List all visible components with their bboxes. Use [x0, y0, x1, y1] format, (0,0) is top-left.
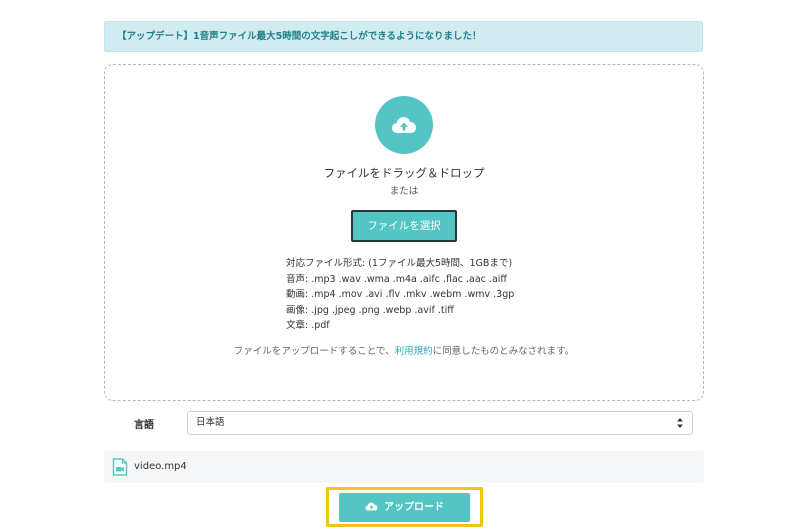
- upload-page: 【アップデート】1音声ファイル最大5時間の文字起こしができるようになりました！ …: [0, 0, 800, 531]
- file-dropzone[interactable]: ファイルをドラッグ＆ドロップ または ファイルを選択 対応ファイル形式: (1フ…: [104, 64, 704, 401]
- update-notice-text: 【アップデート】1音声ファイル最大5時間の文字起こしができるようになりました！: [117, 31, 482, 42]
- terms-link[interactable]: 利用規約: [395, 346, 433, 357]
- supported-formats: 対応ファイル形式: (1ファイル最大5時間、1GBまで) 音声: .mp3 .w…: [286, 256, 514, 334]
- terms-notice: ファイルをアップロードすることで、利用規約に同意したものとみなされます。: [105, 343, 703, 357]
- update-notice: 【アップデート】1音声ファイル最大5時間の文字起こしができるようになりました！: [104, 21, 703, 52]
- formats-image: 画像: .jpg .jpeg .png .webp .avif .tiff: [286, 304, 454, 316]
- formats-document: 文章: .pdf: [286, 320, 330, 331]
- select-file-button[interactable]: ファイルを選択: [351, 210, 457, 242]
- formats-video: 動画: .mp4 .mov .avi .flv .mkv .webm .wmv …: [286, 289, 515, 300]
- language-label: 言語: [134, 420, 154, 431]
- cloud-upload-icon: [375, 96, 433, 154]
- video-file-icon: [112, 458, 128, 476]
- language-selected-value: 日本語: [196, 417, 225, 428]
- terms-text-after: に同意したものとみなされます。: [432, 346, 575, 357]
- selected-file-row: video.mp4: [104, 451, 704, 483]
- formats-audio: 音声: .mp3 .wav .wma .m4a .aifc .flac .aac…: [286, 273, 507, 285]
- formats-header: 対応ファイル形式: (1ファイル最大5時間、1GBまで): [286, 258, 513, 269]
- file-name: video.mp4: [134, 461, 187, 472]
- or-text: または: [389, 186, 419, 197]
- select-arrows-icon: [677, 418, 683, 428]
- language-select[interactable]: 日本語: [187, 411, 693, 435]
- cloud-upload-icon: [365, 502, 378, 511]
- drag-drop-text: ファイルをドラッグ＆ドロップ: [323, 166, 485, 180]
- upload-button-label: アップロード: [384, 502, 444, 513]
- upload-button[interactable]: アップロード: [339, 493, 470, 522]
- terms-text-before: ファイルをアップロードすることで、: [233, 346, 395, 357]
